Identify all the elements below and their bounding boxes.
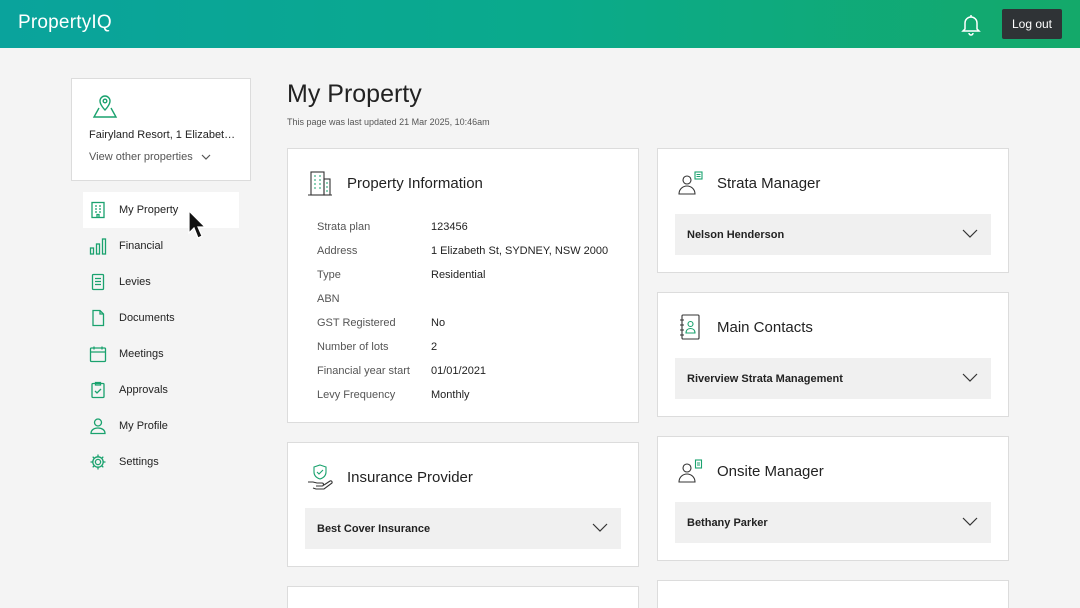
page-title: My Property [287,80,422,108]
chevron-down-icon [592,522,608,534]
card-header: Main Contacts [676,313,813,341]
detail-label: Financial year start [317,365,410,377]
detail-row: GST Registered No [317,311,608,335]
sidebar-item-label: My Profile [119,420,168,432]
card-title: Onsite Manager [717,462,824,480]
sidebar-item-label: Levies [119,276,151,288]
detail-row: Financial year start 01/01/2021 [317,359,608,383]
last-updated-text: This page was last updated 21 Mar 2025, … [287,117,490,127]
detail-value: 123456 [431,221,468,233]
detail-label: Address [317,245,358,257]
person-icon [678,601,706,608]
sidebar-item-my-profile[interactable]: My Profile [83,408,239,444]
chevron-down-icon [962,228,978,240]
detail-label: Levy Frequency [317,389,396,401]
card-header: Property Information [306,169,483,197]
sidebar-item-approvals[interactable]: Approvals [83,372,239,408]
sidebar-item-label: Documents [119,312,175,324]
view-other-properties-label: View other properties [89,151,193,163]
accordion-label: Riverview Strata Management [687,372,843,385]
card-title: Main Contacts [717,318,813,336]
property-information-card: Property Information Strata plan 123456 A… [287,148,639,423]
sidebar-item-meetings[interactable]: Meetings [83,336,239,372]
sidebar-item-documents[interactable]: Documents [83,300,239,336]
sidebar-item-label: Financial [119,240,164,252]
chevron-down-icon [201,151,211,163]
onsite-manager-card: Onsite Manager Bethany Parker [657,436,1009,561]
insurance-provider-card: Insurance Provider Best Cover Insurance [287,442,639,567]
person-id-icon [676,169,704,197]
view-other-properties[interactable]: View other properties [89,151,211,163]
detail-label: ABN [317,293,340,305]
sidebar-item-label: Meetings [119,348,164,360]
detail-row: Number of lots 2 [317,335,608,359]
strata-manager-card: Strata Manager Nelson Henderson [657,148,1009,273]
sidebar-item-my-property[interactable]: My Property [83,192,239,228]
detail-label: Strata plan [317,221,371,233]
document-icon [89,309,107,327]
sidebar-item-settings[interactable]: Settings [83,444,239,480]
accordion-label: Bethany Parker [687,516,768,529]
mouse-cursor-icon [188,209,207,240]
clipboard-check-icon [89,381,107,399]
detail-label: GST Registered [317,317,396,329]
chevron-down-icon [962,372,978,384]
insurance-provider-dropdown[interactable]: Best Cover Insurance [305,508,621,549]
person-badge-icon [676,457,704,485]
location-pin-icon [92,93,118,119]
sidebar-item-levies[interactable]: Levies [83,264,239,300]
partial-card-bottom-left [287,586,639,608]
accordion-label: Nelson Henderson [687,228,785,241]
contact-book-icon [676,313,704,341]
bar-chart-icon [89,237,107,255]
sidebar-item-label: Settings [119,456,159,468]
detail-value: 1 Elizabeth St, SYDNEY, NSW 2000 [431,245,609,257]
card-title: Strata Manager [717,174,821,192]
detail-label: Type [317,269,341,281]
logout-button[interactable]: Log out [1002,9,1062,39]
bell-icon[interactable] [961,14,981,36]
detail-value: Residential [431,269,486,281]
gear-icon [89,453,107,471]
chevron-down-icon [962,516,978,528]
sidebar-item-label: My Property [119,204,179,216]
card-header: Strata Manager [676,169,820,197]
detail-value: 2 [431,341,438,353]
card-header: Insurance Provider [306,463,473,491]
detail-value: No [431,317,446,329]
app-logo[interactable]: PropertyIQ [18,12,112,34]
building-icon [89,201,107,219]
main-contacts-dropdown[interactable]: Riverview Strata Management [675,358,991,399]
sidebar-item-financial[interactable]: Financial [83,228,239,264]
detail-row: Strata plan 123456 [317,215,608,239]
shield-hand-icon [306,463,334,491]
main-contacts-card: Main Contacts Riverview Strata Managemen… [657,292,1009,417]
property-name: Fairyland Resort, 1 Elizabeth St, SYDNEY [89,129,239,141]
detail-label: Number of lots [317,341,389,353]
strata-manager-dropdown[interactable]: Nelson Henderson [675,214,991,255]
person-icon [89,417,107,435]
partial-card-bottom-right [657,580,1009,608]
onsite-manager-dropdown[interactable]: Bethany Parker [675,502,991,543]
calendar-icon [89,345,107,363]
detail-row: Type Residential [317,263,608,287]
detail-value: 01/01/2021 [431,365,487,377]
receipt-icon [89,273,107,291]
property-details-list: Strata plan 123456 Address 1 Elizabeth St,… [317,215,608,407]
detail-row: Address 1 Elizabeth St, SYDNEY, NSW 2000 [317,239,608,263]
sidebar-item-label: Approvals [119,384,168,396]
accordion-label: Best Cover Insurance [317,522,431,535]
detail-row: ABN [317,287,608,311]
property-selector[interactable]: Fairyland Resort, 1 Elizabeth St, SYDNEY… [71,78,251,181]
building-icon [306,169,334,197]
card-title: Property Information [347,174,483,192]
detail-row: Levy Frequency Monthly [317,383,608,407]
card-header: Onsite Manager [676,457,824,485]
top-bar: PropertyIQ Log out [0,0,1080,48]
sidebar-nav: My Property Financial Levies Documents M… [83,192,239,480]
card-title: Insurance Provider [347,468,473,486]
detail-value: Monthly [431,389,470,401]
